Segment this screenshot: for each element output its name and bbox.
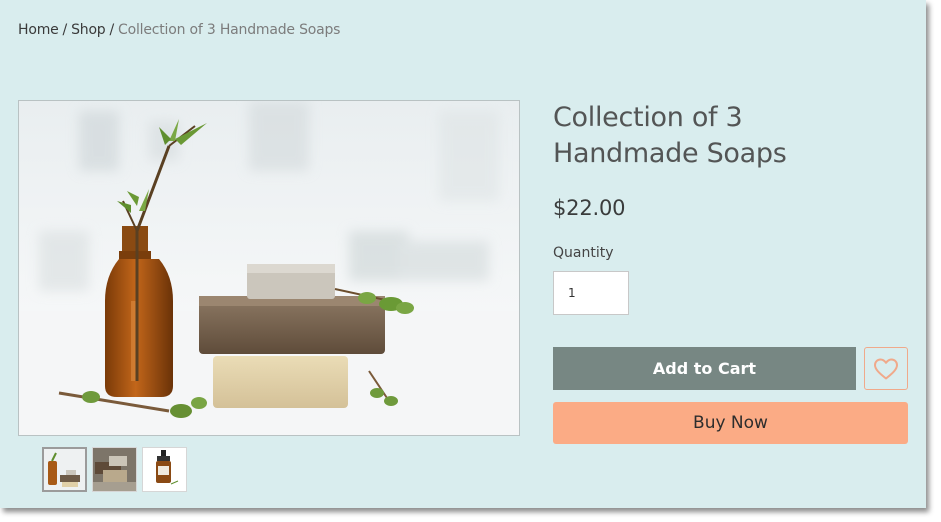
breadcrumb-separator: / [109, 22, 115, 38]
buy-now-button[interactable]: Buy Now [553, 402, 908, 444]
thumbnail-bottle-and-soaps[interactable] [42, 447, 87, 492]
breadcrumb-current: Collection of 3 Handmade Soaps [118, 22, 341, 38]
product-title: Collection of 3 Handmade Soaps [553, 102, 787, 169]
thumbnail-soap-stack[interactable] [92, 447, 137, 492]
thumbnail-image [44, 449, 85, 490]
breadcrumb-home-link[interactable]: Home [18, 22, 59, 38]
breadcrumb-separator: / [62, 22, 68, 38]
breadcrumb: Home / Shop / Collection of 3 Handmade S… [18, 22, 340, 38]
breadcrumb-shop-link[interactable]: Shop [71, 22, 106, 38]
add-to-cart-button[interactable]: Add to Cart [553, 347, 856, 390]
wishlist-button[interactable] [864, 347, 908, 390]
thumbnail-dispenser-bottle[interactable] [142, 447, 187, 492]
product-price: $22.00 [553, 196, 626, 220]
heart-icon [874, 358, 898, 379]
quantity-input[interactable] [553, 271, 629, 315]
thumbnail-image [93, 448, 136, 491]
thumbnail-image [143, 448, 186, 491]
product-photo [19, 101, 519, 435]
quantity-label: Quantity [553, 245, 614, 261]
thumbnail-strip [42, 447, 187, 492]
product-page: Home / Shop / Collection of 3 Handmade S… [0, 0, 926, 508]
product-main-image[interactable] [18, 100, 520, 436]
